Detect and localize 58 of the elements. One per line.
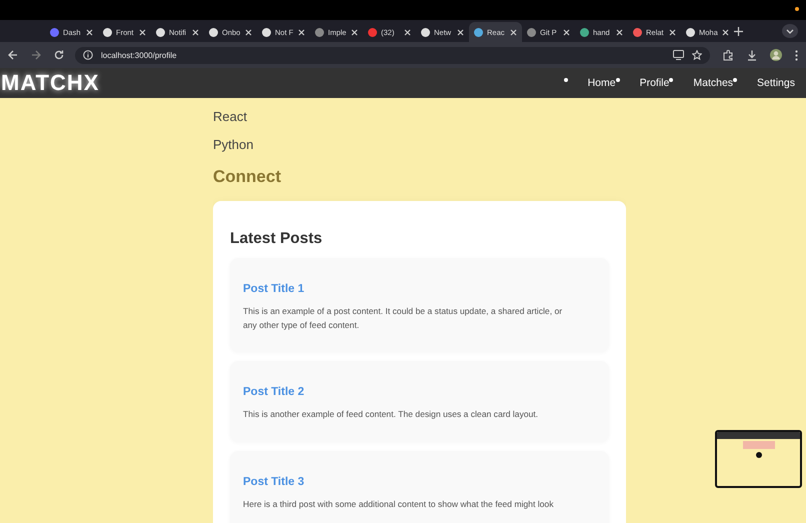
site-logo[interactable]: MATCHX bbox=[0, 70, 100, 96]
avatar-icon[interactable] bbox=[770, 49, 782, 61]
address-bar[interactable]: localhost:3000/profile bbox=[75, 46, 710, 64]
forward-icon[interactable] bbox=[31, 50, 41, 60]
post-text: Here is a third post with some additional content to show what the feed might look bbox=[243, 498, 554, 511]
skill-label: React bbox=[213, 109, 248, 126]
favicon-icon bbox=[527, 28, 536, 36]
close-icon[interactable] bbox=[139, 28, 146, 36]
chevron-down-icon bbox=[786, 28, 794, 34]
close-icon[interactable] bbox=[404, 28, 411, 36]
favicon-icon bbox=[103, 28, 112, 36]
dot-icon bbox=[733, 78, 738, 82]
nav-link[interactable]: Home bbox=[588, 77, 616, 89]
nav-link[interactable]: Profile bbox=[640, 77, 670, 89]
feed-title: Latest Posts bbox=[230, 230, 324, 248]
close-icon[interactable] bbox=[457, 28, 464, 36]
star-icon[interactable] bbox=[692, 50, 702, 60]
back-icon[interactable] bbox=[8, 50, 18, 60]
reload-icon[interactable] bbox=[54, 50, 64, 60]
close-icon[interactable] bbox=[298, 28, 305, 36]
more-menu-icon[interactable] bbox=[795, 50, 798, 60]
dot-icon bbox=[564, 78, 568, 82]
nav-link[interactable]: Matches bbox=[693, 77, 734, 89]
favicon-icon bbox=[633, 28, 642, 36]
favicon-icon bbox=[156, 28, 165, 36]
close-icon[interactable] bbox=[86, 28, 93, 36]
download-icon[interactable] bbox=[747, 50, 757, 60]
close-icon[interactable] bbox=[563, 28, 570, 36]
post-text: This is an example of a post content. It could be a status update, a shared article, or any other type of feed content. bbox=[243, 305, 564, 332]
new-tab-icon[interactable] bbox=[734, 26, 743, 36]
window-preview-thumbnail[interactable] bbox=[715, 430, 802, 488]
favicon-icon bbox=[474, 28, 483, 36]
tab-menu-button[interactable] bbox=[782, 24, 798, 38]
close-icon[interactable] bbox=[351, 28, 358, 36]
favicon-icon bbox=[50, 28, 59, 36]
close-icon[interactable] bbox=[192, 28, 199, 36]
nav-link[interactable]: Settings bbox=[757, 77, 795, 89]
close-icon[interactable] bbox=[510, 28, 517, 36]
close-icon[interactable] bbox=[669, 28, 676, 36]
close-icon[interactable] bbox=[245, 28, 252, 36]
indicator-dot-icon bbox=[795, 7, 799, 11]
dot-icon bbox=[669, 78, 674, 82]
favicon-icon bbox=[368, 28, 377, 36]
favicon-icon bbox=[421, 28, 430, 36]
section-heading: Connect bbox=[213, 167, 282, 187]
puzzle-icon[interactable] bbox=[723, 50, 734, 60]
favicon-icon bbox=[580, 28, 589, 36]
favicon-icon bbox=[209, 28, 218, 36]
favicon-icon bbox=[262, 28, 271, 36]
info-icon[interactable] bbox=[83, 50, 93, 60]
favicon-icon bbox=[315, 28, 324, 36]
close-icon[interactable] bbox=[616, 28, 623, 36]
skill-label: Python bbox=[213, 136, 254, 154]
favicon-icon bbox=[686, 28, 695, 36]
close-icon[interactable] bbox=[722, 28, 729, 36]
post-text: This is another example of feed content. The design uses a clean card layout. bbox=[243, 408, 540, 421]
dot-icon bbox=[616, 78, 620, 82]
monitor-icon[interactable] bbox=[673, 50, 684, 60]
